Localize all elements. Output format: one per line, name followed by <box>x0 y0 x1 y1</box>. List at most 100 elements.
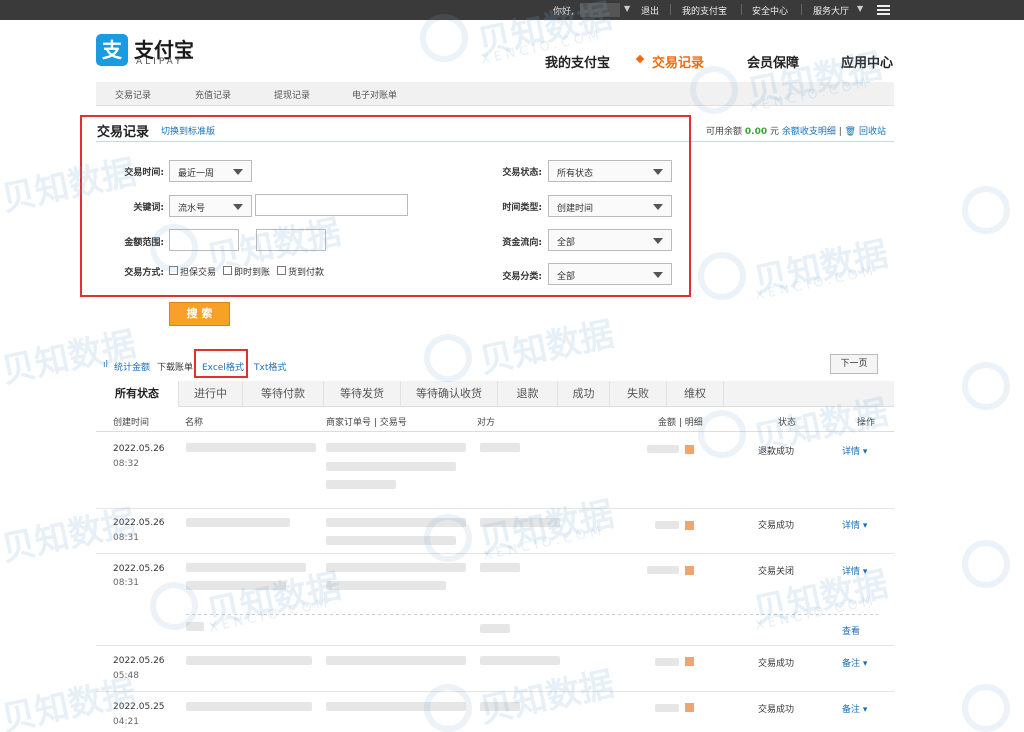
nav-my-alipay[interactable]: 我的支付宝 <box>545 52 610 71</box>
subnav-statement[interactable]: 电子对账单 <box>352 88 397 101</box>
txt-download-link[interactable]: Txt格式 <box>254 360 286 373</box>
subnav-transactions[interactable]: 交易记录 <box>115 88 151 101</box>
time-type-label: 时间类型: <box>502 203 542 213</box>
balance-detail-link[interactable]: 余额收支明细 <box>782 127 836 137</box>
row-status: 交易成功 <box>758 705 795 715</box>
blurred-name <box>186 656 312 665</box>
chevron-down-icon <box>653 272 663 278</box>
flow-select[interactable]: 全部 <box>548 229 672 251</box>
tab-dispute[interactable]: 维权 <box>667 381 724 407</box>
row-status: 交易成功 <box>758 659 795 669</box>
detail-icon[interactable] <box>685 657 694 666</box>
blurred-order <box>326 563 466 572</box>
status-tabs: 所有状态 进行中 等待付款 等待发货 等待确认收货 退款 成功 失败 维权 <box>96 381 894 407</box>
col-counterparty: 对方 <box>477 418 496 428</box>
watermark-logo <box>962 684 1010 732</box>
watermark-logo <box>424 684 472 732</box>
row-divider <box>96 645 894 646</box>
balance-unit: 元 <box>769 127 779 137</box>
details-link[interactable]: 详情 ▾ <box>842 444 867 457</box>
subnav-withdraw[interactable]: 提现记录 <box>274 88 310 101</box>
method-label: 交易方式: <box>124 268 164 278</box>
tab-awaiting-receipt[interactable]: 等待确认收货 <box>401 381 498 407</box>
watermark-logo <box>150 582 198 630</box>
time-select[interactable]: 最近一周 <box>169 160 252 182</box>
time-type-select[interactable]: 创建时间 <box>548 195 672 217</box>
my-alipay-link[interactable]: 我的支付宝 <box>682 4 727 17</box>
category-select-value: 全部 <box>557 272 576 282</box>
watermark-logo <box>962 362 1010 410</box>
detail-icon[interactable] <box>685 521 694 530</box>
blurred-counterparty <box>480 624 510 633</box>
blurred-name <box>186 518 290 527</box>
divider <box>670 4 671 15</box>
row-divider <box>96 508 894 509</box>
blurred-order <box>326 581 446 590</box>
service-hall-caret[interactable]: ▼ <box>857 4 863 13</box>
watermark-logo <box>698 410 746 458</box>
blurred-order <box>326 656 466 665</box>
chevron-down-icon <box>653 169 663 175</box>
alipay-logo-icon[interactable]: 支 <box>96 34 128 66</box>
keyword-type-select[interactable]: 流水号 <box>169 195 252 217</box>
tab-awaiting-payment[interactable]: 等待付款 <box>243 381 324 407</box>
watermark-logo <box>424 514 472 562</box>
tab-all[interactable]: 所有状态 <box>96 381 179 407</box>
status-select-value: 所有状态 <box>557 169 594 179</box>
flow-select-value: 全部 <box>557 238 576 248</box>
details-link[interactable]: 详情 ▾ <box>842 518 867 531</box>
tab-refund[interactable]: 退款 <box>498 381 558 407</box>
row-date: 2022.05.26 <box>113 444 165 454</box>
flow-label: 资金流向: <box>502 238 542 248</box>
watermark-logo <box>698 252 746 300</box>
watermark-text: 贝知数据 <box>476 664 618 732</box>
watermark-text: 贝知数据 <box>0 502 140 570</box>
blurred-amount <box>655 704 679 712</box>
blurred-order <box>326 443 466 452</box>
status-label: 交易状态: <box>502 168 542 178</box>
user-dropdown-caret[interactable]: ▼ <box>624 4 630 13</box>
view-link[interactable]: 查看 <box>842 624 860 637</box>
security-center-link[interactable]: 安全中心 <box>752 4 788 17</box>
category-select[interactable]: 全部 <box>548 263 672 285</box>
balance-info: 可用余额 0.00 元 余额收支明细 | 🗑 回收站 <box>706 124 886 137</box>
watermark-logo <box>962 540 1010 588</box>
detail-icon[interactable] <box>685 566 694 575</box>
status-select[interactable]: 所有状态 <box>548 160 672 182</box>
tab-awaiting-shipment[interactable]: 等待发货 <box>324 381 401 407</box>
row-time: 04:21 <box>113 717 139 727</box>
keyword-type-value: 流水号 <box>178 204 206 214</box>
subnav-recharge[interactable]: 充值记录 <box>195 88 231 101</box>
blurred-name <box>186 702 312 711</box>
menu-icon[interactable] <box>877 5 890 15</box>
chevron-down-icon <box>233 204 243 210</box>
service-hall-link[interactable]: 服务大厅 <box>813 4 849 17</box>
col-name: 名称 <box>185 418 204 428</box>
blurred-counterparty <box>480 656 560 665</box>
tab-in-progress[interactable]: 进行中 <box>179 381 243 407</box>
detail-icon[interactable] <box>685 703 694 712</box>
tab-failed[interactable]: 失败 <box>610 381 667 407</box>
recycle-bin-link[interactable]: 回收站 <box>859 127 886 137</box>
col-created-time: 创建时间 <box>113 418 150 428</box>
cod-checkbox[interactable] <box>277 266 286 275</box>
blurred-counterparty <box>480 563 520 572</box>
logo-subtext: ALIPAY <box>136 57 184 67</box>
watermark-logo <box>420 14 468 62</box>
blurred-counterparty <box>480 443 520 452</box>
logout-link[interactable]: 退出 <box>641 4 659 17</box>
tab-success[interactable]: 成功 <box>558 381 610 407</box>
detail-icon[interactable] <box>685 445 694 454</box>
col-order-number: 商家订单号 | 交易号 <box>326 418 407 428</box>
excel-highlight-box <box>194 349 248 378</box>
remark-link[interactable]: 备注 ▾ <box>842 702 867 715</box>
row-status: 交易成功 <box>758 521 795 531</box>
blurred-name <box>186 443 316 452</box>
search-button[interactable]: 搜 索 <box>169 302 230 326</box>
blurred-order <box>326 462 456 471</box>
watermark-logo <box>424 334 472 382</box>
nav-transactions[interactable]: 交易记录 <box>652 52 704 71</box>
chevron-down-icon <box>233 169 243 175</box>
remark-link[interactable]: 备注 ▾ <box>842 656 867 669</box>
next-page-button[interactable]: 下一页 <box>830 354 878 374</box>
